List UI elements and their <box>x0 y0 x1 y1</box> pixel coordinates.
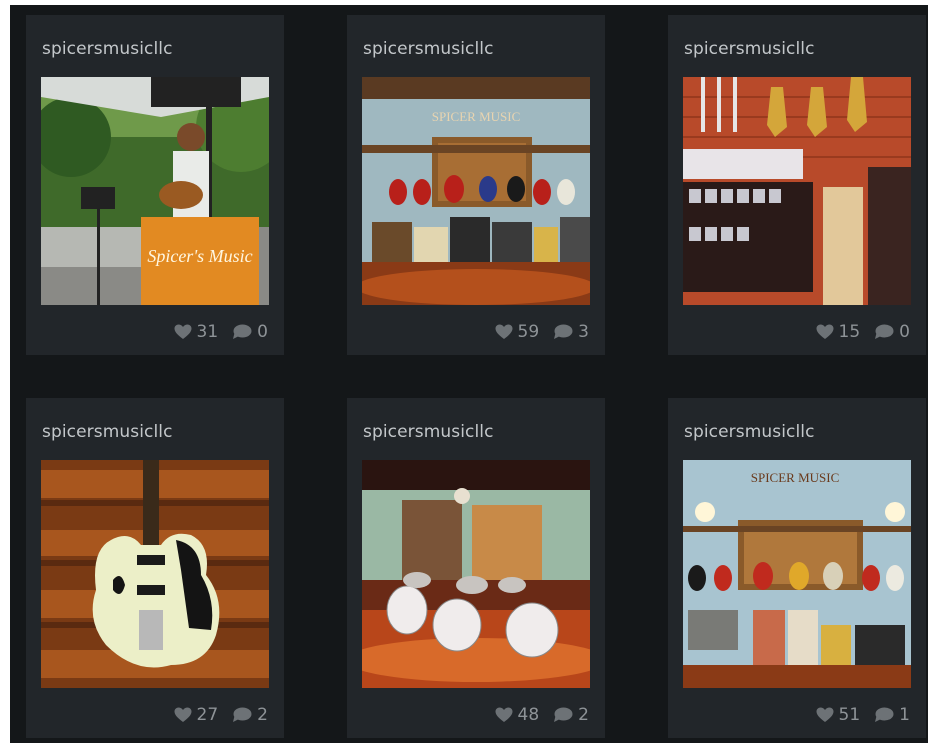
heart-icon <box>816 324 834 340</box>
like-count: 48 <box>517 705 540 725</box>
heart-icon <box>816 707 834 723</box>
post-photo-saxophones-accessories[interactable] <box>683 77 911 305</box>
drum-kits-image <box>362 460 590 688</box>
post-card[interactable]: spicersmusicllc Spicer's Music 31 0 <box>26 15 284 355</box>
post-card[interactable]: spicersmusicllc <box>26 398 284 738</box>
comment-count: 2 <box>257 705 268 725</box>
like-count: 27 <box>196 705 219 725</box>
comments[interactable]: 0 <box>874 322 910 342</box>
comment-count: 2 <box>578 705 589 725</box>
likes[interactable]: 31 <box>174 322 219 342</box>
saxophone-wall-image <box>683 77 911 305</box>
likes[interactable]: 27 <box>174 705 219 725</box>
comments[interactable]: 2 <box>232 705 268 725</box>
post-photo-outdoor-performer[interactable]: Spicer's Music <box>41 77 269 305</box>
speech-bubble-icon <box>874 707 894 723</box>
post-username[interactable]: spicersmusicllc <box>684 422 815 442</box>
sign-text: SPICER MUSIC <box>432 109 521 124</box>
post-photo-drum-kits-showroom[interactable] <box>362 460 590 688</box>
like-count: 59 <box>517 322 540 342</box>
post-stats: 59 3 <box>495 320 589 344</box>
post-stats: 51 1 <box>816 703 910 727</box>
likes[interactable]: 51 <box>816 705 861 725</box>
post-photo-guitar-wall-amps[interactable]: SPICER MUSIC <box>362 77 590 305</box>
post-photo-storefront-guitar-wall[interactable]: SPICER MUSIC <box>683 460 911 688</box>
post-card[interactable]: spicersmusicllc <box>347 15 605 355</box>
heart-icon <box>174 324 192 340</box>
guitar-wall-image: SPICER MUSIC <box>362 77 590 305</box>
post-username[interactable]: spicersmusicllc <box>42 422 173 442</box>
photo-feed: spicersmusicllc Spicer's Music 31 0 spic… <box>10 5 928 743</box>
heart-icon <box>174 707 192 723</box>
heart-icon <box>495 324 513 340</box>
comment-count: 3 <box>578 322 589 342</box>
likes[interactable]: 15 <box>816 322 861 342</box>
speech-bubble-icon <box>232 707 252 723</box>
post-stats: 31 0 <box>174 320 268 344</box>
speech-bubble-icon <box>874 324 894 340</box>
post-card[interactable]: spicersmusicllc <box>347 398 605 738</box>
post-card[interactable]: spicersmusicllc <box>668 15 926 355</box>
sign-text: SPICER MUSIC <box>751 470 840 485</box>
comment-count: 0 <box>257 322 268 342</box>
heart-icon <box>495 707 513 723</box>
comments[interactable]: 2 <box>553 705 589 725</box>
post-username[interactable]: spicersmusicllc <box>684 39 815 59</box>
speech-bubble-icon <box>232 324 252 340</box>
post-username[interactable]: spicersmusicllc <box>363 422 494 442</box>
post-username[interactable]: spicersmusicllc <box>363 39 494 59</box>
white-guitar-image <box>41 460 269 688</box>
post-stats: 27 2 <box>174 703 268 727</box>
outdoor-performer-image: Spicer's Music <box>41 77 269 305</box>
like-count: 15 <box>838 322 861 342</box>
speech-bubble-icon <box>553 707 573 723</box>
banner-text: Spicer's Music <box>147 246 252 266</box>
post-username[interactable]: spicersmusicllc <box>42 39 173 59</box>
storefront-image: SPICER MUSIC <box>683 460 911 688</box>
like-count: 51 <box>838 705 861 725</box>
speech-bubble-icon <box>553 324 573 340</box>
comments[interactable]: 0 <box>232 322 268 342</box>
post-photo-white-electric-guitar[interactable] <box>41 460 269 688</box>
post-stats: 15 0 <box>816 320 910 344</box>
post-stats: 48 2 <box>495 703 589 727</box>
post-card[interactable]: spicersmusicllc <box>668 398 926 738</box>
comments[interactable]: 1 <box>874 705 910 725</box>
comments[interactable]: 3 <box>553 322 589 342</box>
comment-count: 1 <box>899 705 910 725</box>
like-count: 31 <box>196 322 219 342</box>
likes[interactable]: 48 <box>495 705 540 725</box>
comment-count: 0 <box>899 322 910 342</box>
likes[interactable]: 59 <box>495 322 540 342</box>
